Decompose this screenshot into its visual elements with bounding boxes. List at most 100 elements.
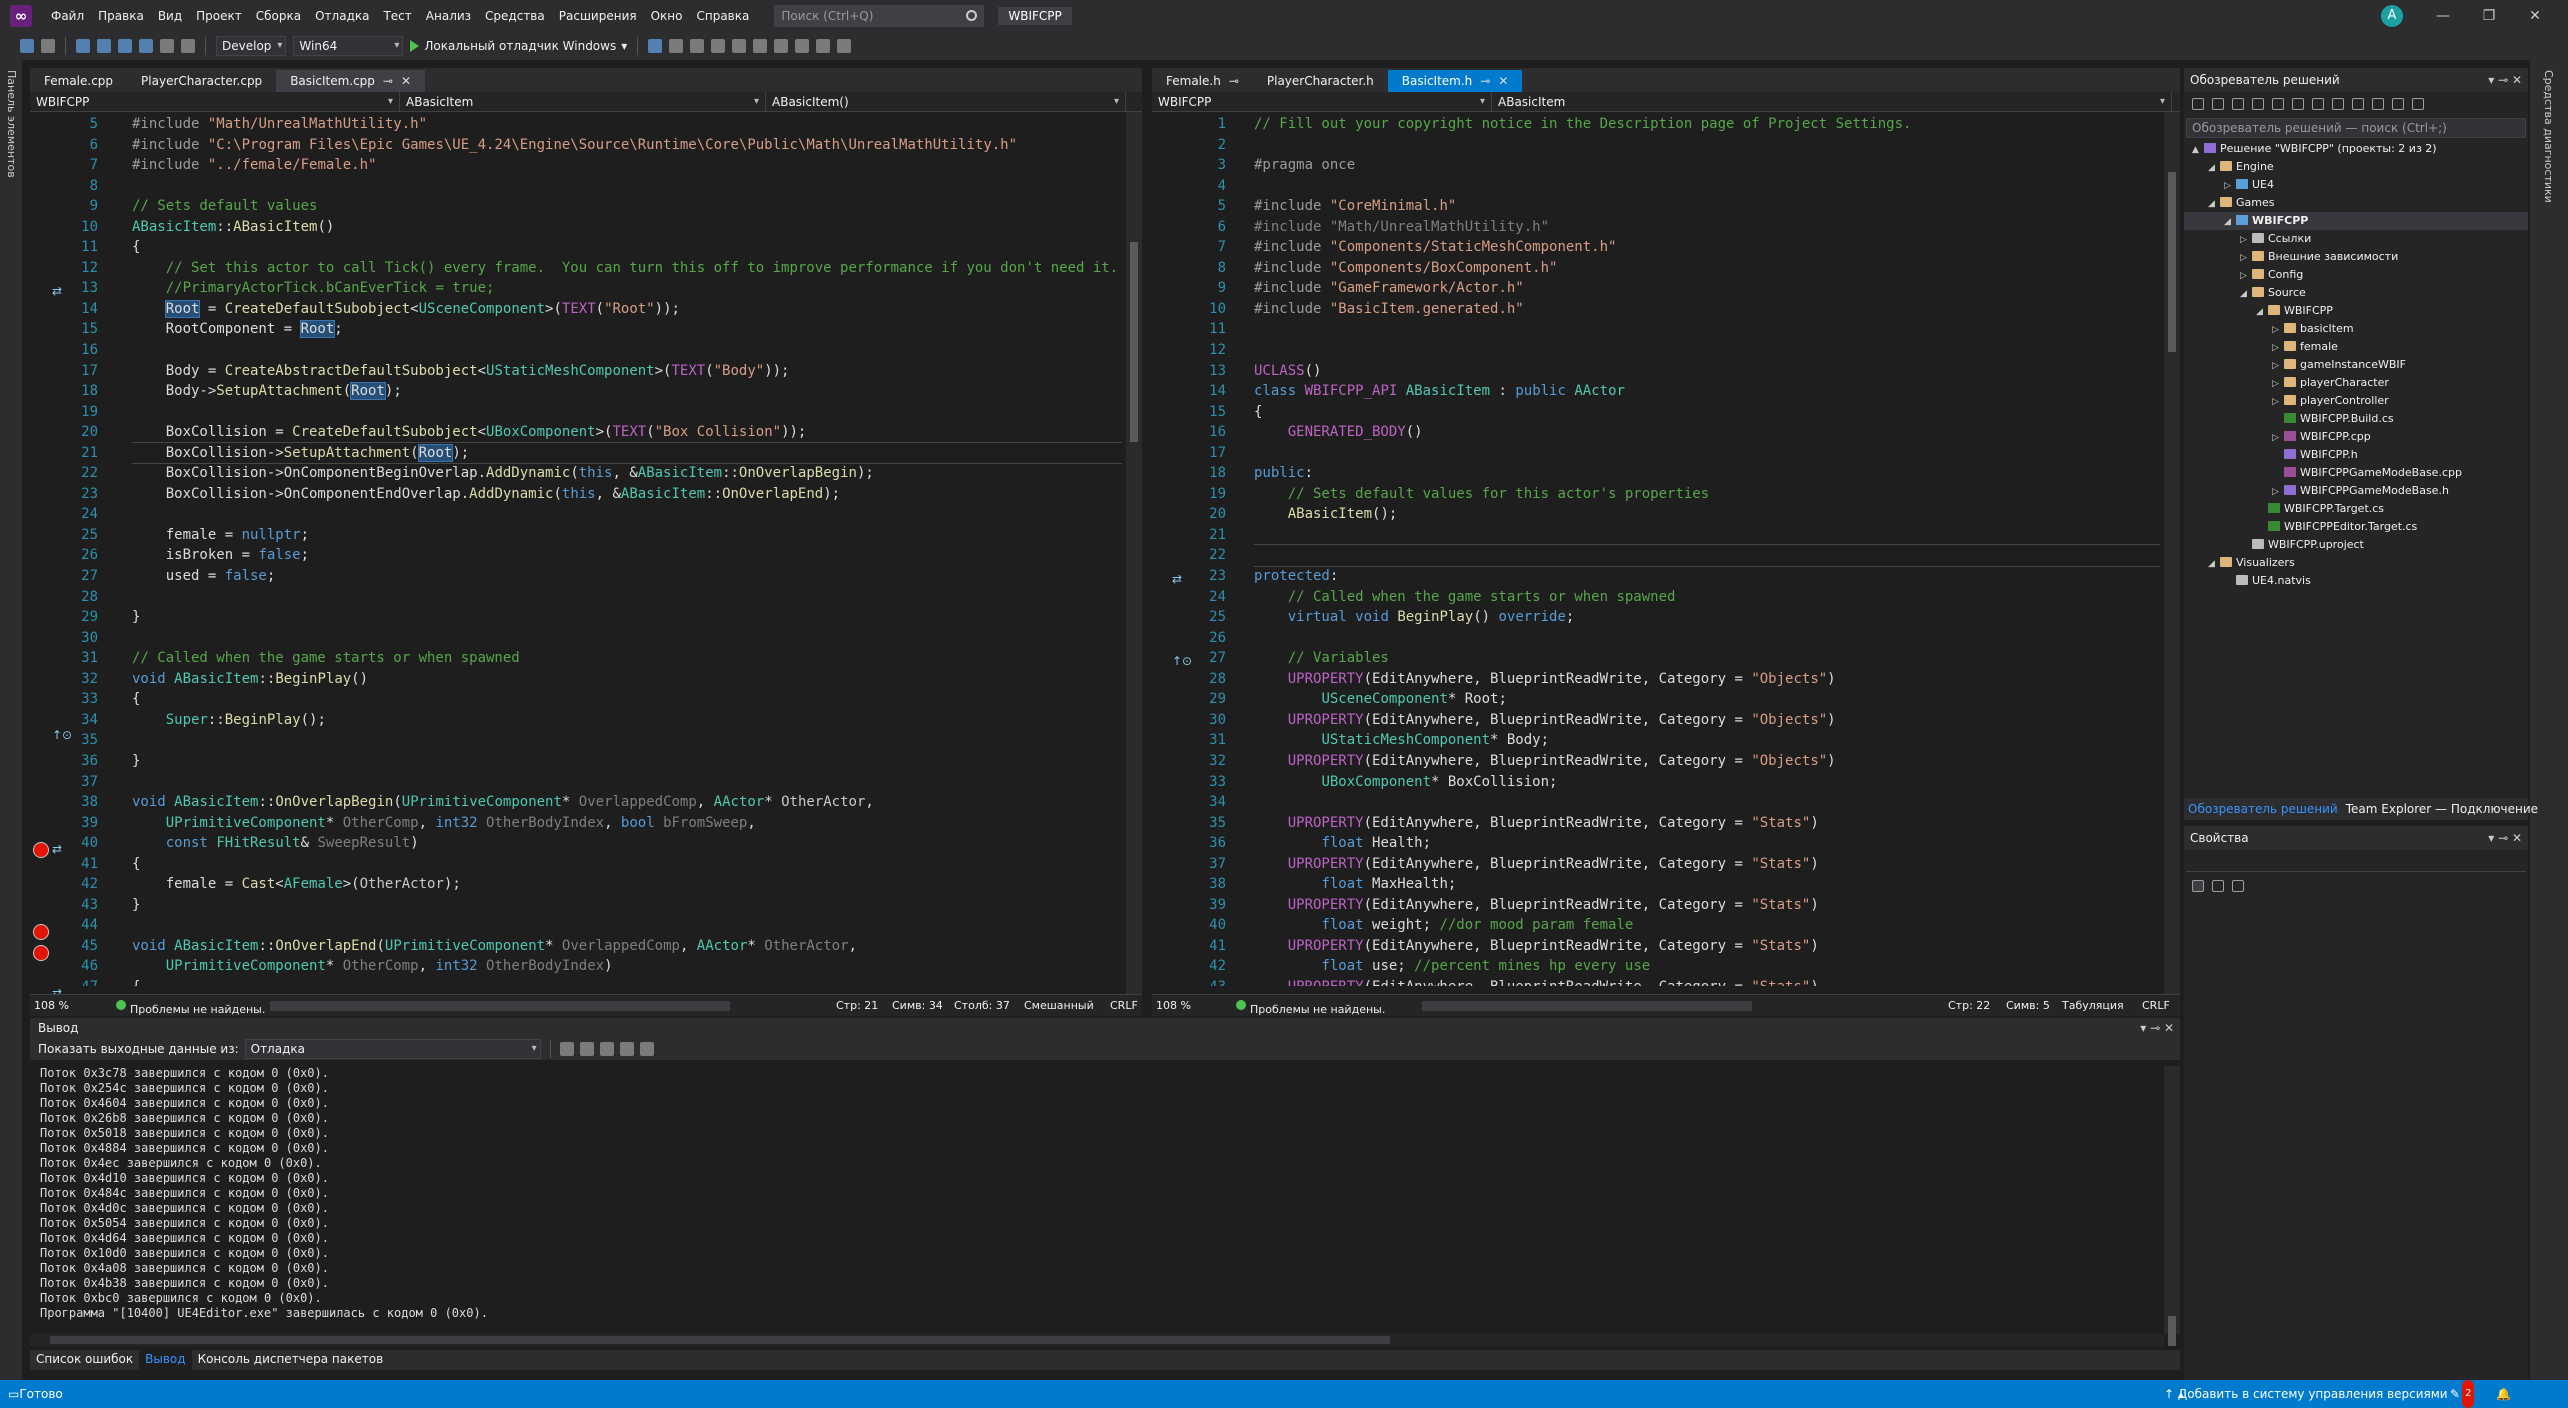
bookmark-prev-icon[interactable]	[795, 39, 810, 53]
pin-icon[interactable]: ⊸	[1480, 74, 1490, 88]
platform-select[interactable]: Win64	[293, 36, 404, 56]
tab-female-cpp[interactable]: Female.cpp	[30, 70, 127, 92]
preview-icon[interactable]	[2412, 98, 2424, 110]
diagnostics-tab[interactable]: Средства диагностики	[2542, 70, 2555, 203]
home-icon[interactable]	[2232, 98, 2244, 110]
expand-arrow-icon[interactable]: ▲	[2192, 141, 2204, 159]
refresh-icon[interactable]	[2312, 98, 2324, 110]
scope-select[interactable]: ABasicItem	[400, 92, 766, 112]
uncomment-icon[interactable]	[753, 39, 768, 53]
tree-node[interactable]: ▷ female	[2184, 338, 2528, 356]
tree-node[interactable]: ▷ WBIFCPPGameModeBase.h	[2184, 482, 2528, 500]
expand-arrow-icon[interactable]: ▷	[2240, 249, 2252, 267]
add-to-source-control[interactable]: ↑ Добавить в систему управления версиями…	[2164, 1380, 2448, 1408]
expand-arrow-icon[interactable]: ▷	[2272, 483, 2284, 501]
project-select[interactable]: WBIFCPP	[1152, 92, 1492, 112]
whitespace-mode[interactable]: Смешанный	[1024, 999, 1094, 1012]
forward-icon[interactable]	[2212, 98, 2224, 110]
tree-node[interactable]: WBIFCPPEditor.Target.cs	[2184, 518, 2528, 536]
tree-node[interactable]: ▷ basicItem	[2184, 320, 2528, 338]
new-project-icon[interactable]	[76, 39, 90, 53]
zoom-level[interactable]: 108 %	[1156, 999, 1191, 1012]
indent-mode[interactable]: Табуляция	[2062, 999, 2124, 1012]
output-source-select[interactable]: Отладка	[244, 1039, 541, 1059]
wrench-icon[interactable]	[2392, 98, 2404, 110]
right-vertical-scrollbar[interactable]	[2164, 112, 2180, 994]
tree-node[interactable]: ◢ WBIFCPP	[2184, 302, 2528, 320]
member-select[interactable]: ABasicItem()	[766, 92, 1126, 112]
bookmark-next-icon[interactable]	[816, 39, 831, 53]
tree-node[interactable]: ◢ Visualizers	[2184, 554, 2528, 572]
left-code-text[interactable]: #include "Math/UnrealMathUtility.h" #inc…	[132, 114, 1122, 986]
categorized-icon[interactable]	[2192, 880, 2204, 892]
tree-node[interactable]: ◢ WBIFCPP	[2184, 212, 2528, 230]
output-horizontal-scrollbar[interactable]	[30, 1334, 2164, 1346]
quick-search-input[interactable]: Поиск (Ctrl+Q)	[774, 5, 985, 27]
tab-team-explorer[interactable]: Team Explorer — Подключение	[2342, 798, 2542, 820]
property-pages-icon[interactable]	[2232, 880, 2244, 892]
tree-node[interactable]: ▷ playerCharacter	[2184, 374, 2528, 392]
go-to-message-icon[interactable]	[599, 1042, 614, 1056]
configuration-select[interactable]: Develop	[216, 36, 287, 56]
save-icon[interactable]	[118, 39, 132, 53]
left-horizontal-scrollbar[interactable]	[270, 1001, 730, 1011]
expand-arrow-icon[interactable]: ◢	[2208, 555, 2220, 573]
tree-node[interactable]: ◢ Games	[2184, 194, 2528, 212]
expand-arrow-icon[interactable]: ◢	[2256, 303, 2268, 321]
panel-window-buttons[interactable]: ▾ ⊸ ✕	[2140, 1018, 2174, 1038]
collapse-all-icon[interactable]	[2332, 98, 2344, 110]
tab-basicitem-cpp[interactable]: BasicItem.cpp ⊸ ✕	[276, 70, 426, 92]
tab-error-list[interactable]: Список ошибок	[30, 1350, 139, 1370]
properties-object-select[interactable]	[2186, 852, 2526, 872]
expand-arrow-icon[interactable]: ◢	[2208, 195, 2220, 213]
tree-node[interactable]: ▲ Решение "WBIFCPP" (проекты: 2 из 2)	[2184, 140, 2528, 158]
tree-node[interactable]: ◢ Source	[2184, 284, 2528, 302]
tab-basicitem-h[interactable]: BasicItem.h ⊸ ✕	[1387, 70, 1523, 92]
restore-icon[interactable]: ❐	[2466, 0, 2512, 32]
tab-package-manager-console[interactable]: Консоль диспетчера пакетов	[192, 1350, 390, 1370]
undo-icon[interactable]	[160, 39, 174, 53]
menu-analyze[interactable]: Анализ	[419, 0, 478, 32]
browser-icon[interactable]	[669, 39, 684, 53]
tree-node[interactable]: ◢ Engine	[2184, 158, 2528, 176]
expand-arrow-icon[interactable]: ▷	[2272, 339, 2284, 357]
tab-playercharacter-h[interactable]: PlayerCharacter.h	[1253, 70, 1388, 92]
problems-indicator[interactable]: Проблемы не найдены.	[1236, 999, 1385, 1016]
tree-node[interactable]: WBIFCPP.Target.cs	[2184, 500, 2528, 518]
tree-node[interactable]: ▷ UE4	[2184, 176, 2528, 194]
menu-debug[interactable]: Отладка	[308, 0, 376, 32]
bookmark-icon[interactable]	[774, 39, 789, 53]
find-prev-icon[interactable]	[559, 1042, 574, 1056]
close-tab-icon[interactable]: ✕	[401, 74, 411, 88]
output-text[interactable]: Поток 0x3c78 завершился с кодом 0 (0x0).…	[40, 1066, 2156, 1334]
menu-view[interactable]: Вид	[151, 0, 189, 32]
close-tab-icon[interactable]: ✕	[1498, 74, 1508, 88]
tree-node[interactable]: UE4.natvis	[2184, 572, 2528, 590]
tree-node[interactable]: ▷ gameInstanceWBIF	[2184, 356, 2528, 374]
show-all-files-icon[interactable]	[2352, 98, 2364, 110]
expand-arrow-icon[interactable]: ▷	[2240, 231, 2252, 249]
outdent-icon[interactable]	[732, 39, 747, 53]
right-code-text[interactable]: // Fill out your copyright notice in the…	[1254, 114, 2160, 986]
word-wrap-icon[interactable]	[639, 1042, 654, 1056]
clear-all-icon[interactable]	[619, 1042, 634, 1056]
alphabetical-icon[interactable]	[2212, 880, 2224, 892]
tab-playercharacter-cpp[interactable]: PlayerCharacter.cpp	[127, 70, 276, 92]
tree-node[interactable]: ▷ playerController	[2184, 392, 2528, 410]
start-debugging-button[interactable]: Локальный отладчик Windows ▾	[410, 39, 627, 53]
panel-window-buttons[interactable]: ▾ ⊸ ✕	[2488, 826, 2522, 850]
expand-arrow-icon[interactable]: ◢	[2208, 159, 2220, 177]
scroll-thumb[interactable]	[1130, 242, 1138, 442]
scroll-thumb[interactable]	[2168, 172, 2176, 352]
expand-arrow-icon[interactable]: ▷	[2272, 375, 2284, 393]
redo-icon[interactable]	[181, 39, 195, 53]
left-vertical-scrollbar[interactable]	[1126, 112, 1142, 994]
bell-icon[interactable]: 🔔	[2496, 1380, 2511, 1408]
history-icon[interactable]	[2272, 98, 2284, 110]
solution-search-input[interactable]: Обозреватель решений — поиск (Ctrl+;)	[2186, 118, 2526, 138]
tab-output[interactable]: Вывод	[139, 1350, 192, 1370]
tree-node[interactable]: ▷ Ссылки	[2184, 230, 2528, 248]
scroll-thumb[interactable]	[50, 1336, 1390, 1344]
expand-arrow-icon[interactable]: ▷	[2272, 393, 2284, 411]
menu-extensions[interactable]: Расширения	[552, 0, 644, 32]
